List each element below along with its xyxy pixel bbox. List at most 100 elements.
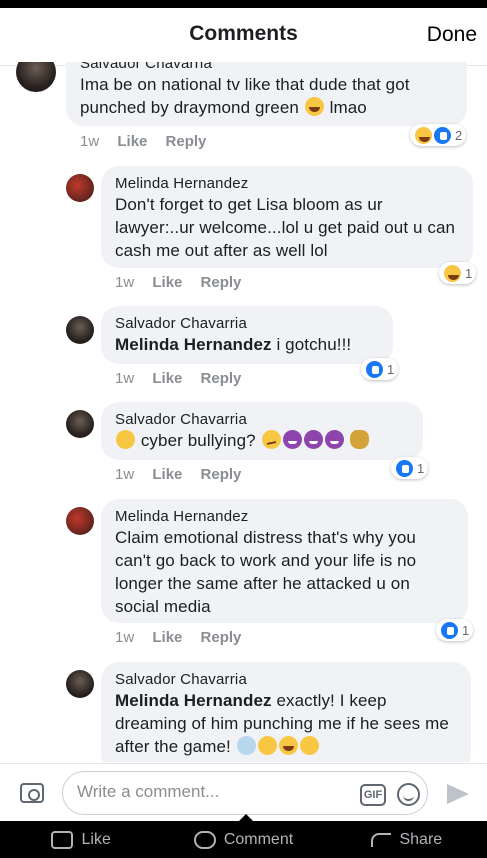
- comment-item: Melinda Hernandez Claim emotional distre…: [0, 499, 487, 663]
- like-label: Like: [81, 830, 111, 848]
- money-bag-emoji-icon: [350, 430, 370, 449]
- comment-list[interactable]: Salvador Chavarria Ima be on national tv…: [0, 62, 487, 762]
- emoji-icon[interactable]: [397, 783, 420, 806]
- like-reaction-icon: [434, 126, 451, 144]
- comment-input[interactable]: [77, 782, 347, 802]
- smirk-emoji-icon: [261, 430, 281, 449]
- comment-author[interactable]: Salvador Chavarria: [115, 410, 409, 429]
- share-label: Share: [399, 830, 443, 848]
- status-bar: [0, 0, 487, 8]
- scream-emoji-icon: [236, 736, 256, 755]
- avatar[interactable]: [66, 316, 94, 344]
- reaction-count: 1: [462, 622, 470, 638]
- comment-bubble[interactable]: Salvador Chavarria Melinda Hernandez i g…: [101, 306, 393, 364]
- haha-reaction-icon: [444, 264, 461, 282]
- comment-bubble[interactable]: Salvador Chavarria Ima be on national tv…: [66, 62, 467, 126]
- comment-text: Don't forget to get Lisa bloom as ur law…: [115, 195, 456, 260]
- comment-timestamp: 1w: [80, 133, 100, 150]
- like-action[interactable]: Like: [152, 370, 182, 387]
- reply-action[interactable]: Reply: [201, 370, 242, 387]
- comment-author[interactable]: Melinda Hernandez: [115, 174, 459, 193]
- like-action[interactable]: Like: [152, 466, 182, 483]
- thinking-emoji-icon: [116, 430, 135, 449]
- reply-action[interactable]: Reply: [201, 629, 242, 646]
- comments-header: Comments Done: [0, 8, 487, 66]
- reaction-count: 1: [417, 460, 425, 476]
- done-button[interactable]: Done: [427, 23, 477, 47]
- like-reaction-icon: [441, 621, 458, 639]
- avatar[interactable]: [66, 174, 94, 202]
- mention-link[interactable]: Melinda Hernandez: [115, 335, 272, 354]
- comment-bubble[interactable]: Melinda Hernandez Claim emotional distre…: [101, 499, 468, 623]
- bottom-action-bar: Like Comment Share: [0, 821, 487, 858]
- reaction-count: 1: [387, 361, 395, 377]
- weary-emoji-icon: [257, 736, 277, 755]
- reaction-summary[interactable]: 1: [436, 619, 474, 641]
- comment-text: cyber bullying?: [115, 429, 409, 452]
- reply-action[interactable]: Reply: [166, 133, 207, 150]
- comment-item: Melinda Hernandez Don't forget to get Li…: [0, 166, 487, 306]
- comment-item: Salvador Chavarria cyber bullying? 1w Li…: [0, 402, 487, 502]
- comment-bubble[interactable]: Salvador Chavarria Melinda Hernandez exa…: [101, 662, 471, 762]
- reaction-summary[interactable]: 2: [410, 124, 467, 146]
- comment-item: Salvador Chavarria Melinda Hernandez i g…: [0, 306, 487, 402]
- haha-reaction-icon: [415, 126, 432, 144]
- share-button[interactable]: Share: [325, 821, 487, 858]
- comment-text: Claim emotional distress that's why you …: [115, 528, 417, 616]
- reply-action[interactable]: Reply: [201, 274, 242, 291]
- reaction-count: 2: [455, 127, 463, 143]
- comment-text: Melinda Hernandez i gotchu!!!: [115, 335, 352, 354]
- comment-meta: 1w Like Reply: [115, 274, 255, 291]
- comment-item: Salvador Chavarria Ima be on national tv…: [0, 62, 487, 172]
- avatar[interactable]: [66, 670, 94, 698]
- comment-author[interactable]: Melinda Hernandez: [115, 507, 454, 526]
- mention-link[interactable]: Melinda Hernandez: [115, 691, 272, 710]
- reply-action[interactable]: Reply: [201, 466, 242, 483]
- like-action[interactable]: Like: [117, 133, 147, 150]
- comment-bubble[interactable]: Melinda Hernandez Don't forget to get Li…: [101, 166, 473, 268]
- comment-timestamp: 1w: [115, 274, 135, 291]
- devil-emoji-icon: [303, 430, 323, 449]
- comment-item: Salvador Chavarria Melinda Hernandez exa…: [0, 662, 487, 762]
- comment-author[interactable]: Salvador Chavarria: [115, 670, 457, 689]
- like-action[interactable]: Like: [152, 629, 182, 646]
- comment-author[interactable]: Salvador Chavarria: [115, 314, 379, 333]
- like-action[interactable]: Like: [152, 274, 182, 291]
- comment-timestamp: 1w: [115, 466, 135, 483]
- comment-text: Melinda Hernandez exactly! I keep dreami…: [115, 689, 457, 759]
- reaction-summary[interactable]: 1: [361, 358, 399, 380]
- comment-label: Comment: [223, 830, 294, 848]
- comment-meta: 1w Like Reply: [115, 629, 255, 646]
- comment-composer: GIF: [0, 763, 487, 821]
- comment-input-wrapper[interactable]: GIF: [62, 771, 428, 815]
- share-icon: [369, 831, 392, 849]
- like-button[interactable]: Like: [0, 821, 162, 858]
- comment-meta: 1w Like Reply: [80, 133, 220, 150]
- send-icon[interactable]: [447, 784, 469, 804]
- comment-bubble[interactable]: Salvador Chavarria cyber bullying?: [101, 402, 423, 460]
- reaction-summary[interactable]: 1: [391, 457, 429, 479]
- avatar[interactable]: [66, 507, 94, 535]
- camera-icon[interactable]: [20, 783, 44, 803]
- gif-icon[interactable]: GIF: [360, 784, 386, 806]
- laughing-emoji-icon: [278, 736, 298, 755]
- reaction-count: 1: [465, 265, 473, 281]
- comment-meta: 1w Like Reply: [115, 370, 255, 387]
- devil-emoji-icon: [324, 430, 344, 449]
- comment-timestamp: 1w: [115, 629, 135, 646]
- page-title: Comments: [189, 22, 298, 45]
- laughing-emoji-icon: [304, 97, 324, 116]
- reaction-summary[interactable]: 1: [439, 262, 477, 284]
- comment-meta: 1w Like Reply: [115, 466, 255, 483]
- comment-icon: [193, 830, 216, 849]
- comment-text: Ima be on national tv like that dude tha…: [80, 75, 410, 117]
- rofl-emoji-icon: [296, 732, 322, 759]
- comment-timestamp: 1w: [115, 370, 135, 387]
- avatar[interactable]: [16, 62, 56, 92]
- avatar[interactable]: [66, 410, 94, 438]
- comment-button[interactable]: Comment: [162, 821, 324, 858]
- like-reaction-icon: [366, 360, 383, 378]
- like-reaction-icon: [396, 459, 413, 477]
- devil-emoji-icon: [282, 430, 302, 449]
- comment-author[interactable]: Salvador Chavarria: [80, 62, 453, 73]
